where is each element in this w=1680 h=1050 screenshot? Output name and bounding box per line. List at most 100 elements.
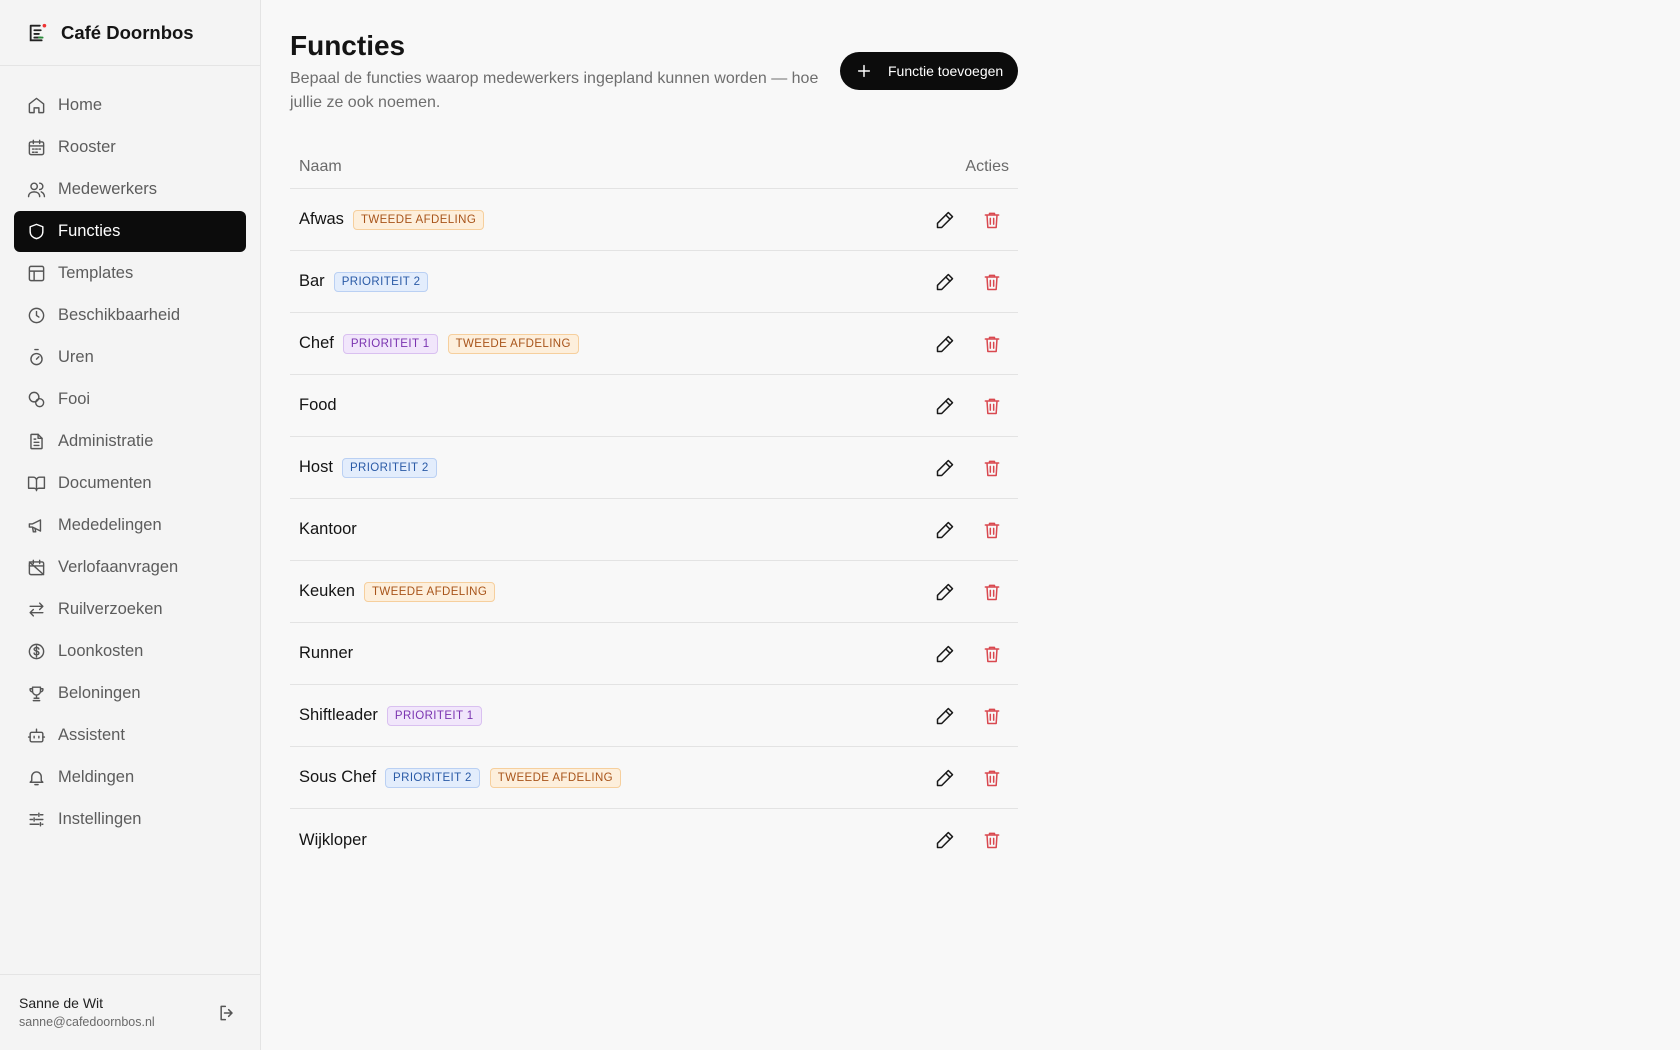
delete-button[interactable] [982, 396, 1002, 416]
trash-icon [984, 584, 1000, 601]
sidebar-item-verlofaanvragen[interactable]: Verlofaanvragen [14, 547, 246, 588]
function-name: Bar [299, 272, 325, 290]
edit-button[interactable] [935, 520, 955, 540]
sidebar-item-mededelingen[interactable]: Mededelingen [14, 505, 246, 546]
sidebar-item-uren[interactable]: Uren [14, 337, 246, 378]
trash-icon [984, 398, 1000, 415]
pencil-icon [936, 335, 954, 353]
edit-button[interactable] [935, 458, 955, 478]
sidebar-item-label: Medewerkers [58, 180, 158, 198]
function-name: Wijkloper [299, 830, 367, 849]
delete-button[interactable] [982, 768, 1002, 788]
sidebar-item-fooi[interactable]: Fooi [14, 379, 246, 420]
sidebar-item-administratie[interactable]: Administratie [14, 421, 246, 462]
sidebar-item-meldingen[interactable]: Meldingen [14, 757, 246, 798]
trash-icon [984, 770, 1000, 787]
pencil-icon [936, 645, 954, 663]
logout-button[interactable] [217, 1003, 237, 1023]
table-header: Naam Acties [290, 146, 1018, 189]
delete-button[interactable] [982, 582, 1002, 602]
edit-button[interactable] [935, 396, 955, 416]
sidebar-item-documenten[interactable]: Documenten [14, 463, 246, 504]
function-badge: TWEEDE AFDELING [352, 209, 485, 230]
sidebar-item-label: Beschikbaarheid [58, 306, 180, 324]
sidebar-item-medewerkers[interactable]: Medewerkers [14, 169, 246, 210]
sidebar-item-label: Administratie [58, 432, 154, 450]
function-name: Host [299, 458, 333, 476]
table-row: Sous Chef PRIORITEIT 2 TWEEDE AFDELING [290, 747, 1018, 809]
function-name: Food [299, 396, 337, 414]
table-row: Food [290, 375, 1018, 437]
edit-button[interactable] [935, 210, 955, 230]
edit-button[interactable] [935, 334, 955, 354]
delete-button[interactable] [982, 458, 1002, 478]
brand[interactable]: Café Doornbos [0, 0, 260, 66]
add-function-button[interactable]: Functie toevoegen [840, 52, 1018, 90]
sidebar-item-label: Mededelingen [58, 516, 162, 534]
shield-icon [29, 223, 44, 240]
logout-icon [220, 1005, 233, 1021]
sidebar-item-instellingen[interactable]: Instellingen [14, 799, 246, 840]
megaphone-icon [28, 519, 42, 533]
edit-button[interactable] [935, 582, 955, 602]
sidebar-item-home[interactable]: Home [14, 85, 246, 126]
table-row: Bar PRIORITEIT 2 [290, 251, 1018, 313]
dollar-circle-icon [28, 643, 45, 660]
trash-icon [984, 646, 1000, 663]
sidebar-item-templates[interactable]: Templates [14, 253, 246, 294]
row-actions [935, 458, 1002, 478]
brand-name: Café Doornbos [61, 21, 194, 43]
sidebar-item-loonkosten[interactable]: Loonkosten [14, 631, 246, 672]
pencil-icon [936, 521, 954, 539]
trash-icon [984, 336, 1000, 353]
delete-button[interactable] [982, 210, 1002, 230]
page-subtitle: Bepaal de functies waarop medewerkers in… [290, 70, 819, 111]
delete-button[interactable] [982, 334, 1002, 354]
sidebar-item-label: Home [58, 96, 103, 114]
trash-icon [984, 522, 1000, 539]
sidebar-item-beschikbaarheid[interactable]: Beschikbaarheid [14, 295, 246, 336]
function-badge: PRIORITEIT 2 [333, 271, 429, 292]
row-actions [935, 768, 1002, 788]
edit-button[interactable] [935, 272, 955, 292]
trash-icon [984, 832, 1000, 849]
function-name: Sous Chef [299, 768, 377, 786]
sidebar-item-label: Beloningen [58, 684, 141, 702]
timer-icon [30, 348, 43, 366]
sidebar-item-label: Rooster [58, 138, 116, 156]
sidebar-nav: Home Rooster Medewerkers Functies Templa… [14, 85, 246, 841]
sidebar-item-label: Loonkosten [58, 642, 144, 660]
sidebar-item-assistent[interactable]: Assistent [14, 715, 246, 756]
edit-button[interactable] [935, 644, 955, 664]
row-actions [935, 210, 1002, 230]
row-actions [935, 830, 1002, 850]
delete-button[interactable] [982, 830, 1002, 850]
calendar-icon [28, 139, 45, 156]
function-badge: TWEEDE AFDELING [363, 581, 496, 602]
edit-button[interactable] [935, 830, 955, 850]
sidebar-item-functies[interactable]: Functies [14, 211, 246, 252]
function-badge: PRIORITEIT 1 [342, 333, 438, 354]
table-row: Runner [290, 623, 1018, 685]
pencil-icon [936, 273, 954, 291]
delete-button[interactable] [982, 644, 1002, 664]
column-header-name: Naam [299, 158, 342, 175]
bot-icon [27, 728, 46, 743]
table-row: Shiftleader PRIORITEIT 1 [290, 685, 1018, 747]
page-title: Functies [290, 30, 406, 61]
sidebar-item-label: Uren [58, 348, 94, 366]
sidebar-item-ruilverzoeken[interactable]: Ruilverzoeken [14, 589, 246, 630]
column-header-actions: Acties [965, 158, 1009, 175]
edit-button[interactable] [935, 768, 955, 788]
sidebar-item-beloningen[interactable]: Beloningen [14, 673, 246, 714]
delete-button[interactable] [982, 272, 1002, 292]
delete-button[interactable] [982, 520, 1002, 540]
sidebar-item-rooster[interactable]: Rooster [14, 127, 246, 168]
table-row: Wijkloper [290, 809, 1018, 871]
trash-icon [984, 460, 1000, 477]
edit-button[interactable] [935, 706, 955, 726]
row-actions [935, 396, 1002, 416]
functions-table: Naam Acties Afwas TWEEDE AFDELING Bar PRIOR… [290, 146, 1018, 871]
table-row: Keuken TWEEDE AFDELING [290, 561, 1018, 623]
delete-button[interactable] [982, 706, 1002, 726]
